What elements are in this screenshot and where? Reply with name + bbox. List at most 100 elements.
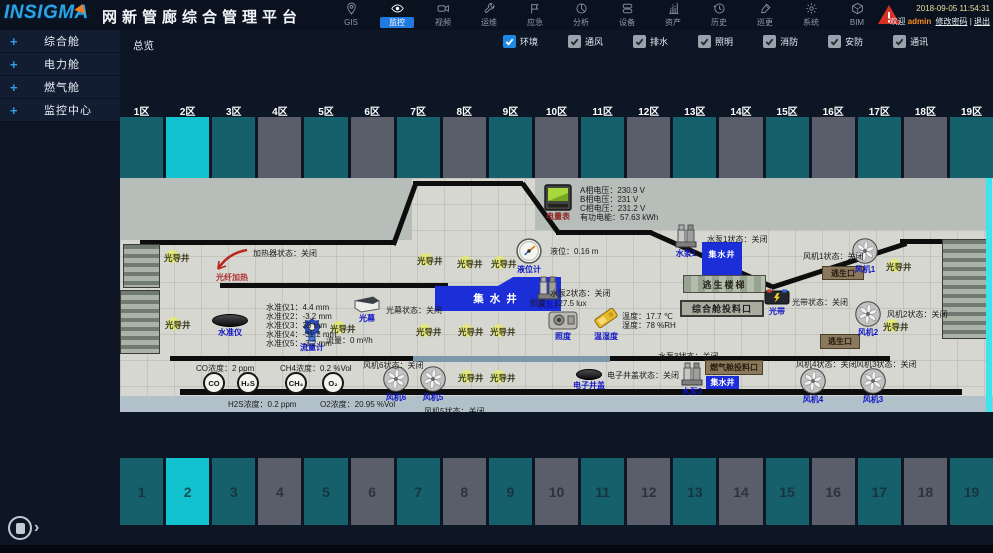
nav-item-analysis[interactable]: 分析: [558, 0, 604, 30]
temp-humidity[interactable]: 温湿度: [592, 305, 620, 331]
logout-link[interactable]: 退出: [974, 17, 990, 26]
sidebar-item-3[interactable]: +燃气舱: [0, 76, 120, 99]
change-password-link[interactable]: 修改密码: [935, 17, 967, 26]
zone-tab-15[interactable]: 15区: [766, 103, 809, 117]
filter-checkbox-6[interactable]: 安防: [828, 35, 863, 48]
zone-bar-bottom-2[interactable]: 2: [166, 458, 209, 525]
zone-bar-top-17[interactable]: [858, 117, 901, 178]
zone-bar-bottom-1[interactable]: 1: [120, 458, 163, 525]
zone-tab-6[interactable]: 6区: [351, 103, 394, 117]
nav-item-patrol[interactable]: 巡更: [742, 0, 788, 30]
zone-bar-top-1[interactable]: [120, 117, 163, 178]
nav-item-system[interactable]: 系统: [788, 0, 834, 30]
zone-bar-bottom-10[interactable]: 10: [535, 458, 578, 525]
zone-tab-14[interactable]: 14区: [719, 103, 762, 117]
zone-bar-top-16[interactable]: [812, 117, 855, 178]
zone-bar-top-2[interactable]: [166, 117, 209, 178]
zone-bar-bottom-14[interactable]: 14: [719, 458, 762, 525]
zone-tab-17[interactable]: 17区: [858, 103, 901, 117]
gas-h2s[interactable]: H₂S: [237, 372, 259, 394]
nav-item-history[interactable]: 历史: [696, 0, 742, 30]
zone-bar-bottom-3[interactable]: 3: [212, 458, 255, 525]
nav-item-gis[interactable]: GIS: [328, 0, 374, 30]
zone-tab-8[interactable]: 8区: [443, 103, 486, 117]
light-belt[interactable]: 光带: [764, 288, 790, 306]
zone-bar-bottom-16[interactable]: 16: [812, 458, 855, 525]
zone-bar-top-7[interactable]: [397, 117, 440, 178]
overview-tab[interactable]: 总览: [133, 38, 154, 53]
zone-bar-bottom-5[interactable]: 5: [304, 458, 347, 525]
zone-tab-2[interactable]: 2区: [166, 103, 209, 117]
zone-bar-top-8[interactable]: [443, 117, 486, 178]
fiber-heater[interactable]: 光纤加热: [215, 248, 249, 272]
pump-1[interactable]: 水泵1: [675, 223, 697, 248]
fan-2[interactable]: 风机2: [855, 301, 881, 327]
filter-checkbox-7[interactable]: 通讯: [893, 35, 928, 48]
fan-5[interactable]: 风机5: [420, 366, 446, 392]
sidebar-collapse-button[interactable]: ›: [8, 516, 39, 540]
zone-bar-top-18[interactable]: [904, 117, 947, 178]
filter-checkbox-1[interactable]: 环境: [503, 35, 538, 48]
zone-bar-top-14[interactable]: [719, 117, 762, 178]
zone-bar-top-5[interactable]: [304, 117, 347, 178]
zone-bar-top-9[interactable]: [489, 117, 532, 178]
zone-bar-top-19[interactable]: [950, 117, 993, 178]
zone-bar-top-11[interactable]: [581, 117, 624, 178]
zone-bar-bottom-15[interactable]: 15: [766, 458, 809, 525]
filter-checkbox-5[interactable]: 消防: [763, 35, 798, 48]
gas-o2[interactable]: O₂: [322, 372, 344, 394]
zone-bar-bottom-11[interactable]: 11: [581, 458, 624, 525]
level-gauge[interactable]: 液位计: [516, 238, 542, 264]
zone-tab-9[interactable]: 9区: [489, 103, 532, 117]
gas-co[interactable]: CO: [203, 372, 225, 394]
zone-tab-12[interactable]: 12区: [627, 103, 670, 117]
zone-bar-top-3[interactable]: [212, 117, 255, 178]
zone-bar-top-6[interactable]: [351, 117, 394, 178]
zone-bar-bottom-18[interactable]: 18: [904, 458, 947, 525]
zone-bar-top-13[interactable]: [673, 117, 716, 178]
gas-ch4[interactable]: CH₄: [285, 372, 307, 394]
filter-checkbox-3[interactable]: 排水: [633, 35, 668, 48]
nav-item-device[interactable]: 设备: [604, 0, 650, 30]
light-curtain[interactable]: 光幕: [353, 295, 381, 313]
zone-bar-bottom-7[interactable]: 7: [397, 458, 440, 525]
zone-bar-bottom-17[interactable]: 17: [858, 458, 901, 525]
nav-item-ops[interactable]: 运维: [466, 0, 512, 30]
nav-item-emergency[interactable]: 应急: [512, 0, 558, 30]
zone-bar-bottom-6[interactable]: 6: [351, 458, 394, 525]
zone-tab-10[interactable]: 10区: [535, 103, 578, 117]
zone-bar-bottom-19[interactable]: 19: [950, 458, 993, 525]
zone-tab-4[interactable]: 4区: [258, 103, 301, 117]
zone-bar-top-10[interactable]: [535, 117, 578, 178]
zone-tab-1[interactable]: 1区: [120, 103, 163, 117]
zone-tab-13[interactable]: 13区: [673, 103, 716, 117]
zone-tab-16[interactable]: 16区: [812, 103, 855, 117]
nav-item-video[interactable]: 视频: [420, 0, 466, 30]
nav-item-asset[interactable]: 资产: [650, 0, 696, 30]
zone-tab-11[interactable]: 11区: [581, 103, 624, 117]
zone-tab-5[interactable]: 5区: [304, 103, 347, 117]
electric-cover[interactable]: 电子井盖: [576, 369, 602, 380]
level-meter[interactable]: 水准仪: [212, 314, 248, 327]
zone-bar-bottom-9[interactable]: 9: [489, 458, 532, 525]
power-meter[interactable]: 电量表: [544, 184, 572, 211]
zone-bar-bottom-8[interactable]: 8: [443, 458, 486, 525]
sidebar-item-2[interactable]: +电力舱: [0, 53, 120, 76]
zone-bar-top-4[interactable]: [258, 117, 301, 178]
zone-tab-3[interactable]: 3区: [212, 103, 255, 117]
zone-tab-18[interactable]: 18区: [904, 103, 947, 117]
sidebar-item-1[interactable]: +综合舱: [0, 30, 120, 53]
zone-bar-bottom-4[interactable]: 4: [258, 458, 301, 525]
fan-3[interactable]: 风机3: [860, 368, 886, 394]
nav-item-monitor[interactable]: 监控: [374, 0, 420, 30]
fan-4[interactable]: 风机4: [800, 368, 826, 394]
filter-checkbox-4[interactable]: 照明: [698, 35, 733, 48]
zone-bar-bottom-12[interactable]: 12: [627, 458, 670, 525]
zone-tab-19[interactable]: 19区: [950, 103, 993, 117]
zone-bar-bottom-13[interactable]: 13: [673, 458, 716, 525]
nav-item-bim[interactable]: BIM: [834, 0, 880, 30]
filter-checkbox-2[interactable]: 通风: [568, 35, 603, 48]
zone-bar-top-15[interactable]: [766, 117, 809, 178]
sidebar-item-4[interactable]: +监控中心: [0, 99, 120, 122]
zone-tab-7[interactable]: 7区: [397, 103, 440, 117]
